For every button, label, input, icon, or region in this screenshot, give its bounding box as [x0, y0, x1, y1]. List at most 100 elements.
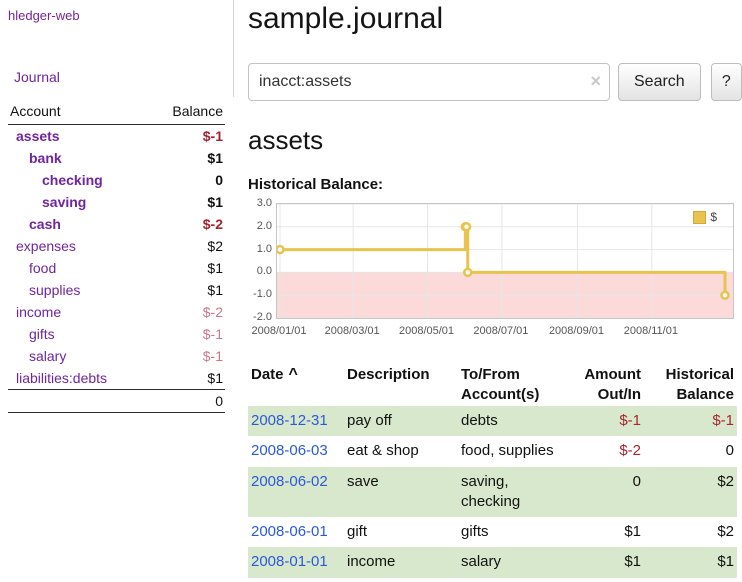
account-balance: 0 [149, 169, 225, 191]
x-tick-label: 2008/09/01 [545, 325, 607, 337]
x-tick-label: 2008/03/01 [321, 325, 383, 337]
account-balance: $-1 [149, 323, 225, 345]
account-balance: $-1 [149, 125, 225, 148]
accounts-header-account: Account [8, 99, 149, 125]
account-row: gifts $-1 [8, 323, 225, 345]
account-row: cash $-2 [8, 213, 225, 235]
transaction-accounts: gifts [458, 517, 562, 547]
col-amount-header: Amount Out/In [562, 363, 644, 406]
transaction-amount: $1 [562, 517, 644, 547]
transaction-amount: $-2 [562, 436, 644, 466]
y-tick-label: 0.0 [248, 265, 272, 277]
register-row: 2008-06-03 eat & shopfood, supplies$-20 [248, 436, 737, 466]
search-input[interactable] [248, 63, 610, 101]
journal-link[interactable]: Journal [14, 69, 233, 85]
account-balance: $2 [149, 235, 225, 257]
register-row: 2008-06-02 savesaving, checking0$2 [248, 467, 737, 518]
accounts-total-value: 0 [149, 390, 225, 413]
account-link[interactable]: expenses [10, 238, 76, 254]
transaction-date-link[interactable]: 2008-06-03 [251, 442, 328, 459]
transaction-balance: $2 [644, 467, 737, 518]
y-tick-label: 1.0 [248, 243, 272, 255]
search-box: × [248, 63, 610, 101]
transaction-date-link[interactable]: 2008-01-01 [251, 553, 328, 570]
account-balance: $1 [149, 191, 225, 213]
account-row: salary$-1 [8, 345, 225, 367]
account-row: expenses $2 [8, 235, 225, 257]
account-link[interactable]: saving [10, 194, 86, 210]
y-tick-label: 2.0 [248, 220, 272, 232]
transaction-description: save [344, 467, 458, 518]
transaction-description: eat & shop [344, 436, 458, 466]
balance-chart: $ 3.02.01.00.0-1.0-2.02008/01/012008/03/… [248, 201, 737, 341]
account-row: checking 0 [8, 169, 225, 191]
transaction-description: pay off [344, 406, 458, 436]
account-row: bank $1 [8, 147, 225, 169]
register-row: 2008-06-01 giftgifts$1$2 [248, 517, 737, 547]
account-link[interactable]: salary [10, 348, 66, 364]
transaction-balance: $2 [644, 517, 737, 547]
account-link[interactable]: gifts [10, 326, 55, 342]
account-row: assets $-1 [8, 125, 225, 148]
account-link[interactable]: cash [10, 216, 61, 232]
transaction-date-link[interactable]: 2008-06-01 [251, 523, 328, 540]
transaction-description: income [344, 547, 458, 577]
account-link[interactable]: bank [10, 150, 62, 166]
account-balance: $1 [149, 257, 225, 279]
account-row: supplies $1 [8, 279, 225, 301]
search-button[interactable]: Search [618, 63, 701, 101]
x-tick-label: 2008/07/01 [470, 325, 532, 337]
y-tick-label: -2.0 [248, 311, 272, 323]
account-balance: $-2 [149, 213, 225, 235]
transaction-amount: $1 [562, 547, 644, 577]
account-link[interactable]: food [10, 260, 56, 276]
page-title: sample.journal [248, 2, 742, 36]
help-button[interactable]: ? [711, 63, 742, 101]
legend-label: $ [710, 210, 717, 224]
account-link[interactable]: checking [10, 172, 103, 188]
account-balance: $-2 [149, 301, 225, 323]
accounts-table: Account Balance assets$-1bank$1checking0… [8, 99, 225, 413]
transaction-accounts: debts [458, 406, 562, 436]
transaction-date-link[interactable]: 2008-06-02 [251, 473, 328, 490]
transaction-amount: $-1 [562, 406, 644, 436]
col-balance-header: Historical Balance [644, 363, 737, 406]
accounts-total-row: 0 [8, 390, 225, 413]
transaction-accounts: saving, checking [458, 467, 562, 518]
sort-asc-icon: ^ [289, 366, 298, 383]
transaction-description: gift [344, 517, 458, 547]
account-row: saving $1 [8, 191, 225, 213]
clear-search-icon[interactable]: × [590, 71, 601, 91]
account-link[interactable]: income [10, 304, 61, 320]
transaction-balance: 0 [644, 436, 737, 466]
account-link[interactable]: assets [10, 128, 60, 144]
transaction-date-link[interactable]: 2008-12-31 [251, 412, 328, 429]
transaction-balance: $-1 [644, 406, 737, 436]
transaction-amount: 0 [562, 467, 644, 518]
y-tick-label: -1.0 [248, 288, 272, 300]
account-row: income $-2 [8, 301, 225, 323]
register-heading: assets [248, 125, 742, 156]
account-balance: $1 [149, 279, 225, 301]
main-content: sample.journal × Search ? assets Histori… [233, 0, 742, 578]
col-date-header[interactable]: Date ^ [248, 363, 344, 406]
account-balance: $1 [149, 367, 225, 390]
y-tick-label: 3.0 [248, 197, 272, 209]
register-header-row: Date ^ Description To/From Account(s) Amo… [248, 363, 737, 406]
chart-plot-area: $ [276, 203, 734, 319]
transaction-balance: $1 [644, 547, 737, 577]
accounts-total-spacer [8, 390, 149, 413]
search-form: × Search ? [248, 63, 742, 101]
app-title-link[interactable]: hledger-web [8, 8, 233, 23]
sidebar: hledger-web Journal Account Balance asse… [0, 0, 233, 413]
col-description-header: Description [344, 363, 458, 406]
legend-swatch-icon [693, 211, 706, 224]
col-date-label: Date [251, 366, 284, 383]
account-link[interactable]: liabilities:debts [10, 370, 107, 386]
transaction-accounts: food, supplies [458, 436, 562, 466]
account-link[interactable]: supplies [10, 282, 80, 298]
chart-svg [277, 204, 733, 318]
account-balance: $1 [149, 147, 225, 169]
col-accounts-header: To/From Account(s) [458, 363, 562, 406]
x-tick-label: 2008/01/01 [248, 325, 310, 337]
